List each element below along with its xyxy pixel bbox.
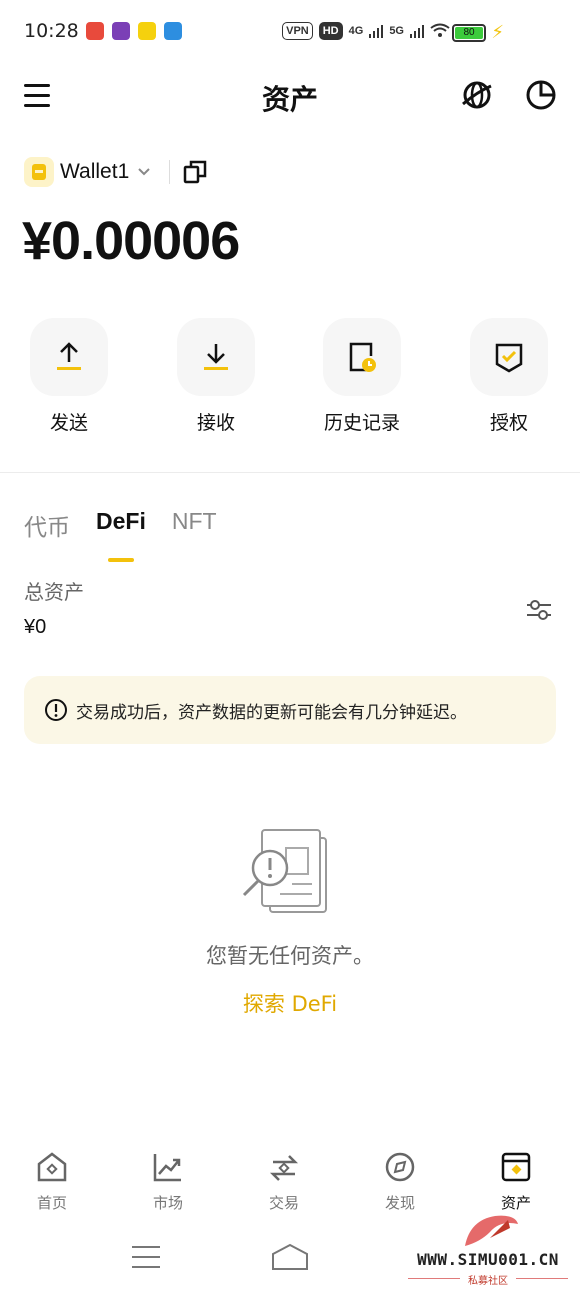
wallet-selector[interactable]: Wallet1: [24, 156, 208, 188]
nav-market[interactable]: 市场: [110, 1150, 226, 1213]
action-label: 历史记录: [323, 412, 400, 434]
history-button[interactable]: 历史记录: [302, 318, 422, 435]
assets-icon: [501, 1152, 531, 1182]
status-bar: 10:28 VPN HD 4G 5G 80 ⚡: [0, 0, 580, 64]
wallet-balance: ¥0.00006: [22, 211, 240, 271]
history-icon: [349, 342, 376, 372]
authorize-button[interactable]: 授权: [449, 318, 569, 435]
status-app-icons: [86, 22, 182, 40]
total-assets-value: ¥0: [24, 616, 47, 638]
delay-notice: 交易成功后，资产数据的更新可能会有几分钟延迟。: [24, 676, 556, 744]
authorize-icon: [495, 343, 523, 373]
signal-icon: [369, 25, 384, 38]
status-time: 10:28: [24, 20, 79, 42]
info-icon: [45, 699, 67, 721]
nav-trade[interactable]: 交易: [226, 1150, 342, 1213]
top-bar: 资产: [0, 64, 580, 128]
receive-button[interactable]: 接收: [156, 318, 276, 435]
recent-apps-icon[interactable]: [132, 1246, 160, 1268]
watermark: WWW.SIMU001.CN 私募社区: [400, 1210, 576, 1287]
tab-nft[interactable]: NFT: [172, 508, 217, 562]
tab-defi[interactable]: DeFi: [96, 508, 146, 562]
nav-label: 首页: [36, 1194, 67, 1212]
copy-icon[interactable]: [182, 159, 208, 185]
action-bar: 发送 接收 历史记录 授权: [0, 318, 580, 438]
app-notification-icon: [112, 22, 130, 40]
home-icon: [37, 1152, 67, 1182]
market-icon: [153, 1154, 181, 1182]
wifi-icon: [430, 23, 450, 37]
action-label: 发送: [49, 412, 88, 434]
network-5g-icon: 5G: [389, 25, 404, 37]
empty-state-message: 您暂无任何资产。: [206, 944, 374, 968]
wallet-name: Wallet1: [60, 160, 130, 183]
notice-text: 交易成功后，资产数据的更新可能会有几分钟延迟。: [76, 702, 467, 723]
globe-icon[interactable]: [460, 78, 494, 112]
download-icon: [204, 344, 228, 370]
nav-assets[interactable]: 资产: [458, 1150, 574, 1213]
signal-icon: [410, 25, 424, 38]
total-assets-label: 总资产: [24, 580, 84, 604]
upload-icon: [57, 342, 81, 370]
pie-chart-icon[interactable]: [524, 78, 558, 112]
section-divider: [0, 472, 580, 473]
vpn-badge: VPN: [282, 22, 313, 40]
trade-icon: [269, 1155, 299, 1181]
charging-icon: ⚡: [491, 22, 504, 43]
asset-tabs: 代币 DeFi NFT: [24, 508, 217, 562]
nav-label: 市场: [152, 1194, 183, 1212]
nav-label: 交易: [268, 1194, 299, 1212]
watermark-line: [516, 1278, 568, 1279]
app-notification-icon: [138, 22, 156, 40]
app-notification-icon: [86, 22, 104, 40]
send-button[interactable]: 发送: [9, 318, 129, 435]
home-button-icon[interactable]: [270, 1242, 310, 1272]
discover-icon: [385, 1152, 415, 1182]
watermark-logo: [465, 1215, 518, 1246]
nav-home[interactable]: 首页: [0, 1150, 110, 1213]
watermark-subtitle: 私募社区: [468, 1276, 508, 1287]
network-4g-icon: 4G: [348, 25, 364, 37]
battery-level: 80: [455, 27, 483, 39]
chevron-down-icon[interactable]: [137, 165, 151, 179]
filter-settings-icon[interactable]: [524, 595, 554, 625]
status-indicators: VPN HD 4G 5G: [282, 22, 450, 40]
nav-discover[interactable]: 发现: [342, 1150, 458, 1213]
battery-icon: 80: [452, 24, 486, 42]
empty-document-icon: [242, 829, 327, 913]
divider: [169, 160, 171, 184]
wallet-icon: [24, 157, 54, 187]
action-icon-container: [30, 318, 108, 396]
hd-badge: HD: [318, 22, 343, 40]
action-label: 接收: [196, 412, 235, 434]
action-icon-container: [470, 318, 548, 396]
watermark-text: WWW.SIMU001.CN: [417, 1250, 559, 1269]
tab-tokens[interactable]: 代币: [24, 508, 70, 562]
explore-defi-link[interactable]: 探索 DeFi: [0, 988, 580, 1018]
action-icon-container: [177, 318, 255, 396]
action-icon-container: [323, 318, 401, 396]
app-notification-icon: [164, 22, 182, 40]
action-label: 授权: [489, 412, 528, 434]
